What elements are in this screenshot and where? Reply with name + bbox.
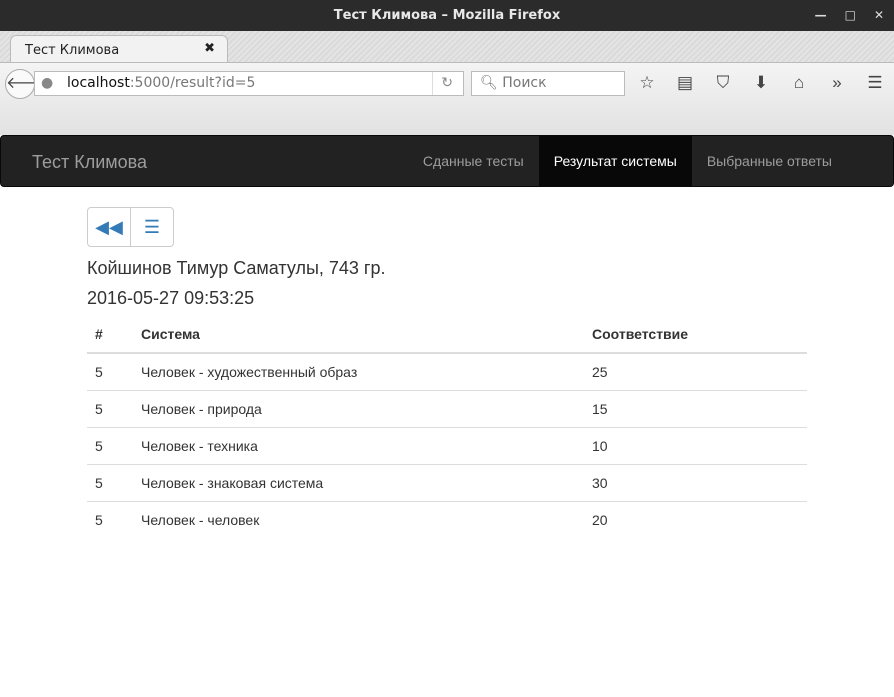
table-row: 5 Человек - техника 10 [87, 426, 807, 464]
cell-number: 5 [87, 500, 133, 538]
site-navbar: Тест Климова Сданные тесты Результат сис… [0, 135, 894, 187]
close-window-icon[interactable]: ✕ [874, 0, 884, 31]
cell-number: 5 [87, 389, 133, 427]
pocket-icon[interactable]: ⛉ [712, 73, 734, 93]
reload-icon[interactable]: ↻ [432, 72, 453, 95]
overflow-chevron-icon[interactable]: » [826, 73, 848, 93]
fast-backward-icon: ◀◀ [95, 217, 123, 237]
cell-match: 10 [584, 426, 807, 464]
browser-chrome: Тест Климова ✖ 🡐 ● localhost:5000/result?i… [0, 31, 894, 135]
col-header-match: Соответствие [584, 316, 807, 354]
navbar-brand[interactable]: Тест Климова [32, 152, 147, 173]
search-input[interactable]: 🔍︎ Поиск [471, 71, 625, 96]
cell-system: Человек - техника [133, 426, 584, 464]
col-header-system: Система [133, 316, 584, 354]
cell-system: Человек - природа [133, 389, 584, 427]
table-row: 5 Человек - знаковая система 30 [87, 463, 807, 501]
cell-match: 30 [584, 463, 807, 501]
back-fast-backward-button[interactable]: ◀◀ [87, 207, 131, 247]
table-row: 5 Человек - художественный образ 25 [87, 352, 807, 390]
cell-number: 5 [87, 352, 133, 390]
table-row: 5 Человек - человек 20 [87, 500, 807, 538]
list-button[interactable]: ☰ [130, 207, 174, 247]
cell-system: Человек - человек [133, 500, 584, 538]
bookmark-star-icon[interactable]: ☆ [636, 73, 658, 93]
student-name: Койшинов Тимур Саматулы, 743 гр. [87, 258, 386, 278]
cell-match: 25 [584, 352, 807, 390]
search-placeholder: Поиск [502, 75, 547, 91]
close-tab-icon[interactable]: ✖ [204, 41, 215, 56]
tab-title: Тест Климова [25, 43, 120, 58]
menu-hamburger-icon[interactable]: ☰ [864, 73, 886, 93]
col-header-number: # [87, 316, 133, 354]
url-path: :5000/result?id=5 [129, 75, 256, 91]
nav-toolbar: 🡐 ● localhost:5000/result?id=5 ↻ 🔍︎ Поиск … [0, 62, 894, 135]
cell-number: 5 [87, 426, 133, 464]
browser-tab[interactable]: Тест Климова ✖ [10, 35, 228, 63]
window-titlebar: Тест Климова – Mozilla Firefox — □ ✕ [0, 0, 894, 31]
url-host: localhost [67, 75, 130, 91]
url-bar[interactable]: ● localhost:5000/result?id=5 ↻ [34, 71, 464, 96]
cell-match: 15 [584, 389, 807, 427]
back-button[interactable]: 🡐 [5, 69, 49, 99]
result-datetime: 2016-05-27 09:53:25 [87, 288, 255, 308]
nav-link-system-result[interactable]: Результат системы [538, 136, 692, 186]
cell-number: 5 [87, 463, 133, 501]
nav-link-selected-answers[interactable]: Выбранные ответы [692, 136, 847, 186]
list-icon: ☰ [143, 217, 161, 237]
results-table: # Система Соответствие 5 Человек - художе… [87, 316, 807, 538]
globe-icon: ● [41, 75, 54, 91]
home-icon[interactable]: ⌂ [788, 73, 810, 93]
nav-link-submitted-tests[interactable]: Сданные тесты [408, 136, 539, 186]
cell-system: Человек - знаковая система [133, 463, 584, 501]
minimize-icon[interactable]: — [815, 0, 827, 31]
table-row: 5 Человек - природа 15 [87, 389, 807, 427]
download-icon[interactable]: ⬇ [750, 73, 772, 93]
cell-match: 20 [584, 500, 807, 538]
cell-system: Человек - художественный образ [133, 352, 584, 390]
maximize-icon[interactable]: □ [845, 0, 856, 31]
reading-list-icon[interactable]: ▤ [674, 73, 696, 93]
window-title: Тест Климова – Mozilla Firefox [333, 8, 561, 23]
